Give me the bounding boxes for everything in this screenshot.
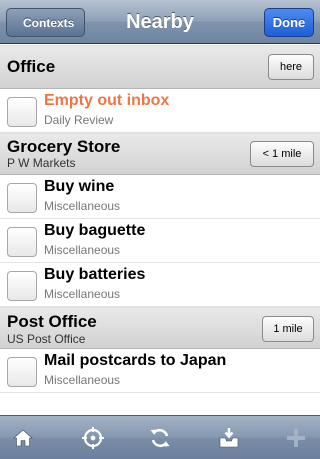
task-project: Miscellaneous bbox=[44, 199, 121, 213]
section-header-office: Office here bbox=[0, 45, 320, 89]
distance-button[interactable]: here bbox=[268, 54, 314, 80]
navigation-bar: Contexts Nearby Done bbox=[0, 0, 320, 44]
done-button[interactable]: Done bbox=[264, 8, 314, 37]
task-title: Buy baguette bbox=[44, 222, 146, 239]
section-header-post-office: Post Office US Post Office 1 mile bbox=[0, 307, 320, 349]
section-title: Grocery Store bbox=[7, 137, 121, 156]
section-header-grocery-store: Grocery Store P W Markets < 1 mile bbox=[0, 133, 320, 175]
list-item[interactable]: Buy baguette Miscellaneous bbox=[0, 219, 320, 263]
task-project: Miscellaneous bbox=[44, 243, 121, 257]
add-icon[interactable] bbox=[284, 426, 308, 450]
list-item[interactable]: Buy wine Miscellaneous bbox=[0, 175, 320, 219]
task-checkbox[interactable] bbox=[7, 97, 37, 127]
task-checkbox[interactable] bbox=[7, 227, 37, 257]
task-project: Miscellaneous bbox=[44, 287, 121, 301]
sync-icon[interactable] bbox=[148, 426, 172, 450]
section-title: Office bbox=[7, 57, 56, 76]
section-subtitle: US Post Office bbox=[7, 332, 86, 346]
section-subtitle: P W Markets bbox=[7, 156, 76, 170]
task-title: Empty out inbox bbox=[44, 92, 170, 109]
list-item[interactable]: Buy batteries Miscellaneous bbox=[0, 263, 320, 307]
task-checkbox[interactable] bbox=[7, 183, 37, 213]
task-title: Buy wine bbox=[44, 178, 115, 195]
task-title: Buy batteries bbox=[44, 266, 146, 283]
task-checkbox[interactable] bbox=[7, 357, 37, 387]
task-project: Daily Review bbox=[44, 113, 114, 127]
task-project: Miscellaneous bbox=[44, 373, 121, 387]
task-title: Mail postcards to Japan bbox=[44, 352, 227, 369]
location-target-icon[interactable] bbox=[81, 426, 105, 450]
inbox-icon[interactable] bbox=[217, 426, 241, 450]
home-icon[interactable] bbox=[11, 426, 35, 450]
task-checkbox[interactable] bbox=[7, 271, 37, 301]
list-item[interactable]: Empty out inbox Daily Review bbox=[0, 89, 320, 133]
distance-button[interactable]: 1 mile bbox=[262, 316, 314, 342]
bottom-toolbar bbox=[0, 415, 320, 459]
section-title: Post Office bbox=[7, 312, 97, 331]
distance-button[interactable]: < 1 mile bbox=[250, 141, 314, 167]
list-item[interactable]: Mail postcards to Japan Miscellaneous bbox=[0, 349, 320, 393]
